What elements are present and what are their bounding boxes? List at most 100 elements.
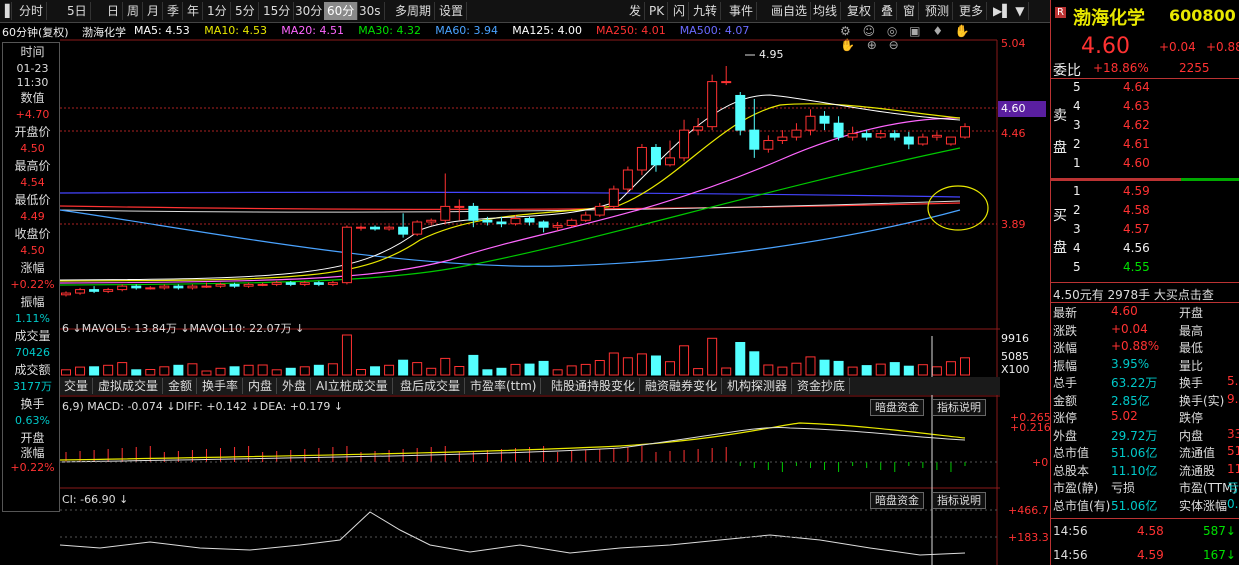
volume-bar [496, 367, 507, 376]
dark-money-button[interactable]: 暗盘资金 [870, 399, 924, 416]
candle [566, 219, 577, 226]
stat-9-2: 流通股 [1179, 463, 1216, 478]
sell-side-label: 卖盘 [1053, 108, 1067, 156]
stat-6-2: 跌停 [1179, 411, 1204, 425]
volume-bar [103, 364, 114, 376]
dark-money-button-2[interactable]: 暗盘资金 [870, 492, 924, 509]
volume-bar [468, 354, 479, 376]
candle [468, 205, 479, 221]
stat-4-1: 63.22万 [1111, 376, 1158, 390]
buys-price-4[interactable]: 4.55 [1123, 260, 1150, 274]
r-badge-icon: R [1055, 7, 1066, 18]
candle [693, 126, 704, 131]
panel-label-11: 开盘 涨幅 [20, 431, 45, 460]
buys-price-3[interactable]: 4.56 [1123, 241, 1150, 255]
volume-bar [370, 366, 381, 376]
volume-bar [187, 363, 198, 376]
indicator-tab-5[interactable]: 外盘 [278, 378, 312, 394]
stat-8-0: 总市值 [1053, 446, 1090, 460]
price-axis-2: 4.46 [1001, 127, 1026, 140]
candle [440, 205, 451, 221]
panel-value-5: 4.50 [20, 244, 45, 257]
stat-2-1: +0.88% [1111, 339, 1160, 353]
stat-3-0: 振幅 [1053, 358, 1078, 373]
sells-level-0: 5 [1073, 80, 1081, 94]
candle [819, 115, 830, 124]
indicator-tab-6[interactable]: AI立桩成交量 [312, 378, 393, 394]
volume-bar [159, 366, 170, 376]
panel-label-6: 涨幅 [20, 261, 45, 275]
panel-value-10: 0.63% [15, 414, 50, 427]
volume-bar [215, 367, 226, 376]
volume-axis-unit: X100 [1001, 363, 1030, 376]
candle [482, 219, 493, 223]
panel-label-2: 开盘价 [14, 125, 51, 139]
indicator-tab-10[interactable]: 融资融券变化 [641, 378, 723, 394]
stat-4-2: 换手 [1179, 376, 1204, 390]
volume-bar [117, 362, 128, 376]
sells-price-3[interactable]: 4.61 [1123, 137, 1150, 151]
sells-level-1: 4 [1073, 99, 1081, 113]
candle [749, 129, 760, 150]
indicator-tab-11[interactable]: 机构探测器 [723, 378, 793, 394]
candle [398, 226, 409, 235]
buys-price-1[interactable]: 4.58 [1123, 203, 1150, 217]
indicator-tab-12[interactable]: 资金抄底 [793, 378, 851, 394]
volume-bar [777, 366, 788, 376]
big-order-banner[interactable]: 4.50元有 2978手 大买点击查 [1053, 286, 1214, 303]
panel-value-7: 1.11% [15, 312, 50, 325]
candle [313, 282, 324, 285]
stat-5-1: 2.85亿 [1111, 393, 1150, 408]
volume-bar [622, 357, 633, 376]
stat-11-1: 51.06亿 [1111, 498, 1158, 513]
sells-price-4[interactable]: 4.60 [1123, 156, 1150, 170]
indicator-tab-4[interactable]: 内盘 [244, 378, 278, 394]
panel-value-6: +0.22% [10, 278, 55, 291]
candle [229, 283, 240, 287]
indicator-tab-2[interactable]: 金额 [164, 378, 198, 394]
sells-level-2: 3 [1073, 118, 1081, 132]
volume-bar [285, 367, 296, 376]
candle [426, 219, 437, 223]
weicha-value: 2255 [1179, 61, 1210, 75]
volume-bar [945, 361, 956, 376]
sells-price-0[interactable]: 4.64 [1123, 80, 1150, 94]
tick-time-1: 14:56 [1053, 548, 1088, 562]
sells-level-3: 2 [1073, 137, 1081, 151]
candle [594, 205, 605, 216]
volume-axis-mid: 5085 [1001, 350, 1029, 363]
indicator-tab-9[interactable]: 陆股通持股变化 [547, 378, 641, 394]
buys-level-3: 4 [1073, 241, 1081, 255]
candle [805, 115, 816, 131]
buys-price-2[interactable]: 4.57 [1123, 222, 1150, 236]
stat-0-1: 4.60 [1111, 304, 1138, 318]
volume-bar [594, 360, 605, 376]
indicator-tab-7[interactable]: 盘后成交量 [396, 378, 466, 394]
volume-bar [384, 364, 395, 376]
sells-price-2[interactable]: 4.62 [1123, 118, 1150, 132]
stat-10-0: 市盈(静) [1053, 481, 1099, 495]
candle [370, 226, 381, 230]
indicator-tab-1[interactable]: 虚拟成交量 [94, 378, 164, 394]
volume-bar [398, 359, 409, 376]
panel-label-8: 成交量 [14, 329, 51, 343]
volume-bar [61, 369, 71, 376]
cci-header: CI: -66.90 ↓ [62, 493, 129, 506]
indicator-tab-0[interactable]: 交量 [60, 378, 94, 394]
candle [61, 292, 71, 296]
indicator-help-button-2[interactable]: 指标说明 [932, 492, 986, 509]
stat-1-0: 涨跌 [1053, 323, 1078, 338]
indicator-tab-3[interactable]: 换手率 [198, 378, 244, 394]
weibi-value: +18.86% [1093, 61, 1149, 75]
candle [735, 94, 746, 131]
volume-bar [650, 355, 661, 376]
candle [833, 122, 844, 138]
indicator-tab-8[interactable]: 市盈率(ttm) [466, 378, 542, 394]
buys-price-0[interactable]: 4.59 [1123, 184, 1150, 198]
volume-bar [763, 364, 774, 376]
indicator-help-button[interactable]: 指标说明 [932, 399, 986, 416]
candle [945, 136, 956, 145]
sells-price-1[interactable]: 4.63 [1123, 99, 1150, 113]
candle [454, 205, 465, 208]
stat-1-2: 最高 [1179, 323, 1204, 338]
